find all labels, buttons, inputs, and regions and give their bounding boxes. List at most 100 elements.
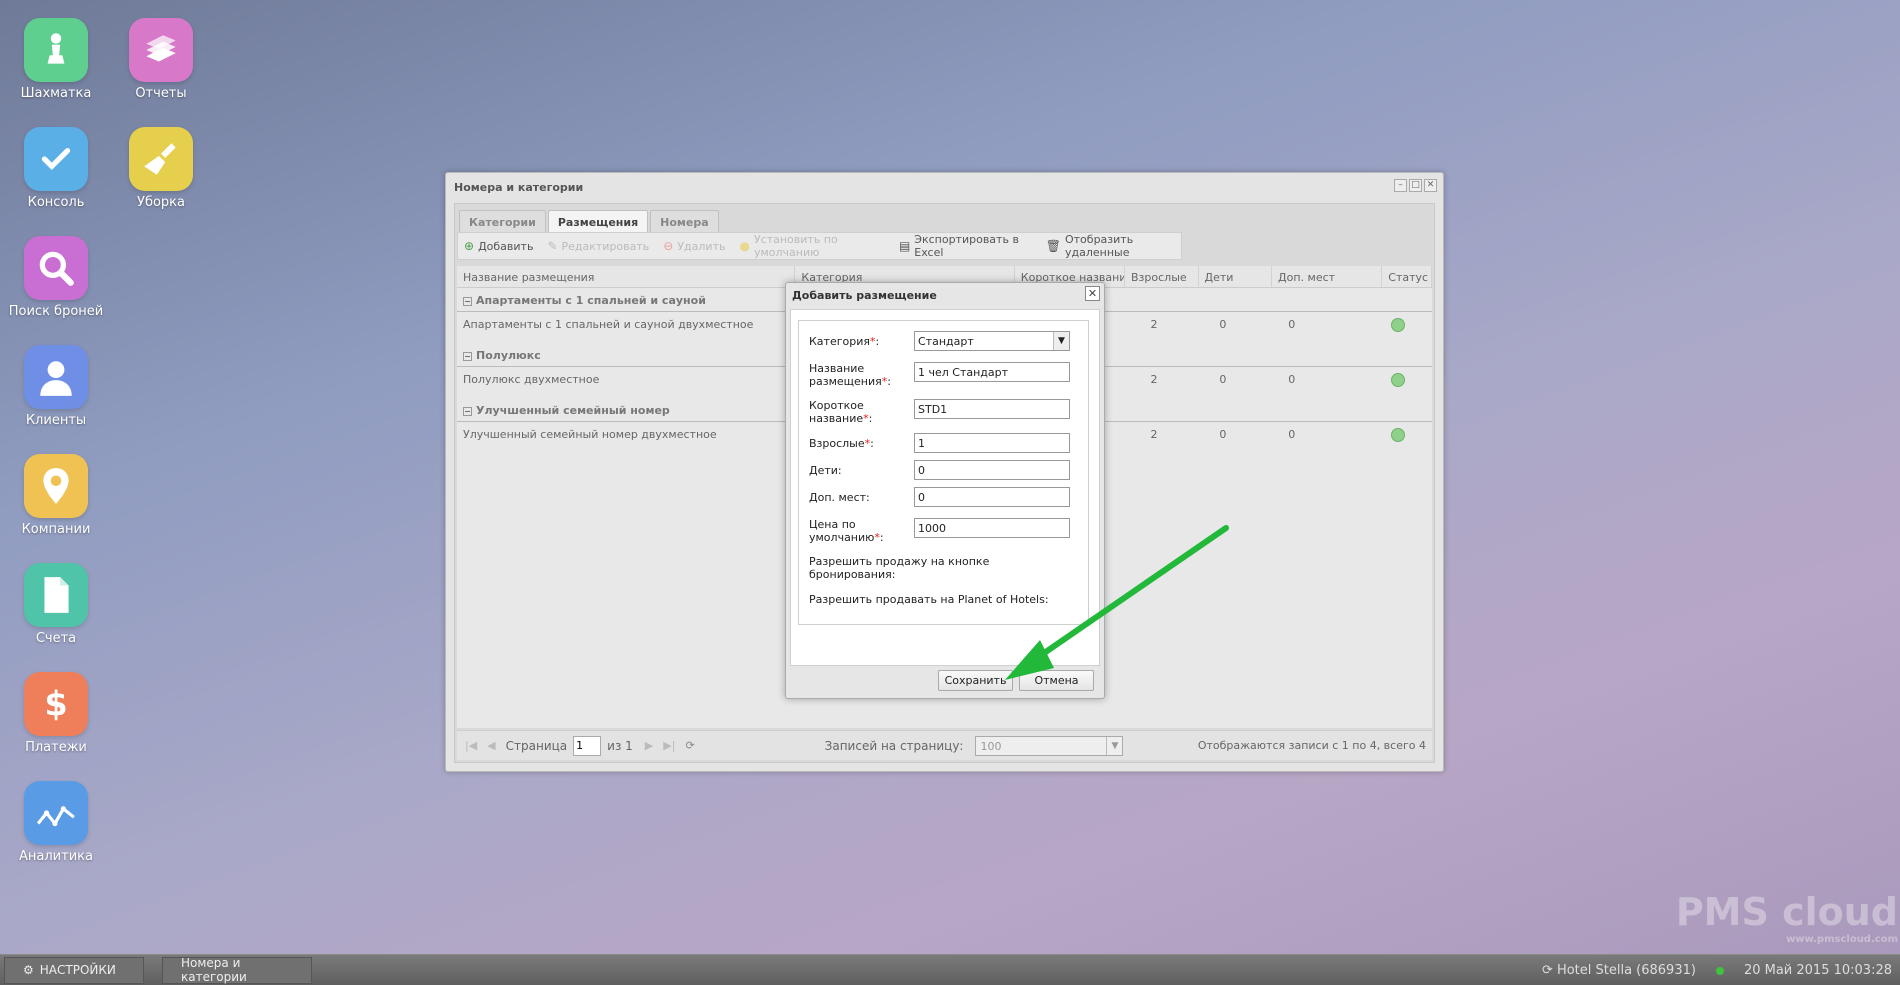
minus-icon: ⊖	[663, 239, 674, 253]
desktop-icon-payments[interactable]: $ Платежи	[1, 672, 111, 755]
set-default-button-label: Установить по умолчанию	[753, 233, 838, 259]
allow-planet-row: Разрешить продавать на Planet of Hotels:	[809, 593, 1080, 609]
tab-rooms[interactable]: Номера	[650, 210, 719, 232]
cell-extra: 0	[1288, 318, 1296, 331]
page-number-input[interactable]	[573, 735, 602, 756]
collapse-icon[interactable]: −	[463, 352, 472, 361]
show-deleted-button-label: Отобразить удаленные	[1064, 233, 1134, 259]
adults-input[interactable]	[914, 433, 1070, 453]
person-icon	[24, 345, 88, 409]
collapse-icon[interactable]: −	[463, 407, 472, 416]
column-header-extra[interactable]: Доп. мест	[1272, 266, 1383, 287]
desktop-icon-label: Компании	[21, 522, 91, 537]
column-header-name[interactable]: Название размещения	[457, 266, 796, 287]
prev-page-icon[interactable]: ◀	[487, 739, 495, 752]
taskbar: ⚙ НАСТРОЙКИ Номера и категории ⟳ Hotel St…	[0, 954, 1900, 985]
minimize-icon[interactable]: –	[1394, 179, 1407, 192]
chevron-down-icon[interactable]: ▼	[1053, 332, 1069, 350]
plus-icon: ⊕	[464, 239, 475, 253]
dialog-body: Категория*: Стандарт ▼ Название размещен…	[790, 309, 1100, 666]
desktop-icon-label: Счета	[35, 631, 77, 646]
cell-name: Полулюкс двухместное	[463, 373, 600, 386]
tab-categories[interactable]: Категории	[459, 210, 546, 232]
pms-cloud-watermark: PMS cloud www.pmscloud.com	[1676, 890, 1898, 945]
hotel-info[interactable]: ⟳ Hotel Stella (686931)	[1542, 963, 1696, 978]
tab-placements[interactable]: Размещения	[547, 210, 649, 232]
desktop-icon-reports[interactable]: Отчеты	[106, 18, 216, 101]
category-select[interactable]: Стандарт ▼	[914, 331, 1070, 351]
desktop-icon-label: Отчеты	[135, 86, 187, 101]
allow-booking-row: Разрешить продажу на кнопке бронирования…	[809, 555, 1080, 583]
children-input[interactable]	[914, 460, 1070, 480]
short-name-label-text: Короткое название	[809, 399, 864, 425]
online-status-icon	[1715, 966, 1724, 975]
lightbulb-icon: ●	[739, 239, 750, 253]
desktop-icon-cleaning[interactable]: Уборка	[106, 127, 216, 210]
status-ok-icon	[1391, 428, 1406, 442]
desktop-icon-label: Поиск броней	[8, 304, 104, 319]
desktop-icon-shakhmatka[interactable]: Шахматка	[1, 18, 111, 101]
svg-text:$: $	[44, 685, 67, 724]
chart-line-icon	[24, 781, 88, 845]
desktop-icon-console[interactable]: Консоль	[1, 127, 111, 210]
desktop-icon-label: Аналитика	[19, 849, 93, 864]
next-page-icon[interactable]: ▶	[645, 739, 653, 752]
add-placement-dialog: Добавить размещение ✕ Категория*: Станда…	[785, 282, 1105, 699]
default-price-input[interactable]	[914, 518, 1070, 538]
extra-row: Доп. мест:	[809, 487, 1080, 509]
group-title: Апартаменты с 1 спальней и сауной	[476, 294, 706, 307]
desktop-icon-invoices[interactable]: Счета	[1, 563, 111, 646]
name-label-text: Название размещения	[809, 362, 882, 388]
extra-beds-input[interactable]	[914, 487, 1070, 507]
cell-children: 0	[1219, 373, 1227, 386]
category-row: Категория*: Стандарт ▼	[809, 331, 1080, 353]
cell-adults: 2	[1150, 428, 1158, 441]
desktop-icon-analytics[interactable]: Аналитика	[1, 781, 111, 864]
show-deleted-button[interactable]: 🗑 Отобразить удаленные	[1046, 233, 1181, 259]
taskbar-window-item[interactable]: Номера и категории	[162, 956, 312, 984]
cell-name: Апартаменты с 1 спальней и сауной двухме…	[463, 318, 754, 331]
cell-children: 0	[1219, 318, 1227, 331]
desktop-icon-clients[interactable]: Клиенты	[1, 345, 111, 428]
export-excel-button[interactable]: ▤ Экспортировать в Excel	[899, 233, 1032, 259]
maximize-icon[interactable]: □	[1409, 179, 1422, 192]
last-page-icon[interactable]: ▶|	[663, 739, 675, 752]
dialog-title: Добавить размещение	[792, 289, 937, 302]
extra-label: Доп. мест:	[809, 491, 870, 504]
chevron-down-icon: ▼	[1106, 736, 1122, 755]
add-button[interactable]: ⊕ Добавить	[464, 239, 533, 253]
group-title: Полулюкс	[476, 349, 541, 362]
save-button[interactable]: Сохранить	[938, 670, 1013, 691]
edit-button[interactable]: ✎ Редактировать	[547, 239, 649, 253]
excel-file-icon: ▤	[898, 239, 911, 253]
set-default-button[interactable]: ● Установить по умолчанию	[739, 233, 884, 259]
price-row: Цена по умолчанию*:	[809, 518, 1080, 544]
refresh-icon[interactable]: ⟳	[685, 739, 694, 752]
desktop-icon-search-bookings[interactable]: Поиск броней	[1, 236, 111, 319]
taskbar-status: ⟳ Hotel Stella (686931) 20 Май 2015 10:03…	[1542, 963, 1892, 978]
column-header-adults[interactable]: Взрослые	[1125, 266, 1199, 287]
cancel-button[interactable]: Отмена	[1019, 670, 1094, 691]
short-name-input[interactable]	[914, 399, 1070, 419]
chess-pawn-icon	[24, 18, 88, 82]
cell-name: Улучшенный семейный номер двухместное	[463, 428, 717, 441]
settings-label: НАСТРОЙКИ	[39, 963, 116, 977]
category-select-value: Стандарт	[918, 335, 974, 348]
close-icon[interactable]: ✕	[1424, 179, 1437, 192]
column-header-status[interactable]: Статус	[1382, 266, 1432, 287]
placement-name-input[interactable]	[914, 362, 1070, 382]
settings-button[interactable]: ⚙ НАСТРОЙКИ	[4, 956, 144, 984]
page-label: Страница	[505, 738, 568, 753]
name-row: Название размещения*:	[809, 362, 1080, 388]
close-icon[interactable]: ✕	[1085, 286, 1100, 301]
cell-extra: 0	[1288, 428, 1296, 441]
per-page-select[interactable]: 100 ▼	[975, 735, 1124, 756]
broom-icon	[129, 127, 193, 191]
delete-button[interactable]: ⊖ Удалить	[663, 239, 725, 253]
column-header-children[interactable]: Дети	[1199, 266, 1273, 287]
first-page-icon[interactable]: |◀	[465, 739, 477, 752]
desktop-icon-companies[interactable]: Компании	[1, 454, 111, 537]
short-name-row: Короткое название*:	[809, 399, 1080, 425]
collapse-icon[interactable]: −	[463, 297, 472, 306]
status-ok-icon	[1391, 373, 1406, 387]
